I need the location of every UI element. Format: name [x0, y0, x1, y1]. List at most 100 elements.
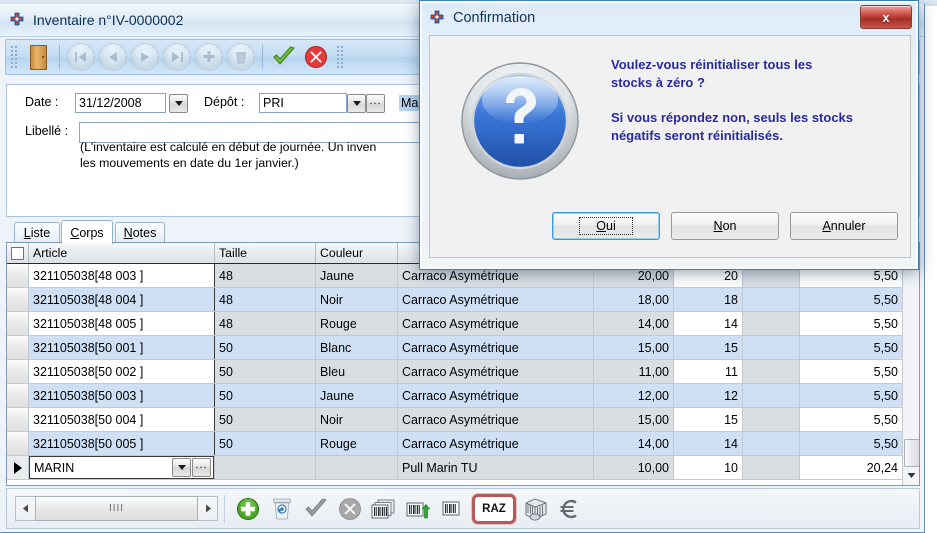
depot-dropdown-button[interactable] — [347, 94, 366, 113]
toolbar-grip-2[interactable] — [336, 45, 344, 69]
grid-cell-ecart[interactable] — [743, 408, 800, 431]
grid-cell-prix[interactable]: 5,50 — [800, 288, 903, 311]
euro-button[interactable] — [555, 494, 585, 524]
scroll-down-arrow-button[interactable] — [904, 467, 918, 483]
grid-cell-qte_reelle[interactable]: 14 — [674, 432, 743, 455]
row-select-button[interactable] — [7, 360, 28, 383]
dialog-cancel-button[interactable]: Annuler — [790, 212, 898, 240]
grid-cell-taille[interactable]: 50 — [215, 408, 316, 431]
grid-cell-article[interactable]: 321105038[50 002 ] — [29, 360, 215, 383]
vertical-scroll-thumb[interactable] — [904, 439, 920, 467]
table-row[interactable]: 321105038[50 004 ]50NoirCarraco Asymétri… — [7, 408, 919, 432]
add-line-button[interactable] — [233, 494, 263, 524]
cancel-button[interactable] — [301, 42, 331, 72]
grid-cell-article[interactable]: 321105038[48 004 ] — [29, 288, 215, 311]
grid-cell-article[interactable]: 321105038[50 004 ] — [29, 408, 215, 431]
last-record-button[interactable] — [162, 42, 192, 72]
grid-cell-qte_reelle[interactable]: 18 — [674, 288, 743, 311]
horizontal-scroll-thumb[interactable]: IIII — [35, 496, 198, 521]
grid-cell-prix[interactable]: 5,50 — [800, 408, 903, 431]
grid-cell-sel[interactable] — [7, 456, 29, 479]
grid-cell-taille[interactable]: 50 — [215, 432, 316, 455]
grid-cell-ecart[interactable] — [743, 312, 800, 335]
grid-cell-qte_theo[interactable]: 10,00 — [594, 456, 674, 479]
table-row[interactable]: 321105038[50 001 ]50BlancCarraco Asymétr… — [7, 336, 919, 360]
grid-cell-qte_theo[interactable]: 12,00 — [594, 384, 674, 407]
grid-cell-qte_reelle[interactable]: 15 — [674, 408, 743, 431]
scroll-left-arrow-button[interactable] — [16, 497, 34, 520]
grid-column-header-sel[interactable] — [7, 243, 29, 263]
dialog-no-button[interactable]: Non — [671, 212, 779, 240]
grid-cell-qte_theo[interactable]: 15,00 — [594, 336, 674, 359]
table-row[interactable]: MARIN...Pull Marin TU10,001020,24 — [7, 456, 919, 480]
grid-horizontal-scrollbar[interactable]: IIII — [15, 496, 218, 521]
depot-browse-button[interactable]: ... — [366, 94, 385, 113]
validate-line-button[interactable] — [301, 494, 331, 524]
grid-cell-designation[interactable]: Carraco Asymétrique — [398, 360, 594, 383]
grid-cell-couleur[interactable]: Noir — [316, 288, 398, 311]
grid-cell-article[interactable]: 321105038[50 001 ] — [29, 336, 215, 359]
article-dropdown-button[interactable] — [172, 458, 191, 477]
grid-cell-designation[interactable]: Pull Marin TU — [398, 456, 594, 479]
grid-cell-sel[interactable] — [7, 288, 29, 311]
grid-cell-taille[interactable]: 50 — [215, 384, 316, 407]
grid-cell-prix[interactable]: 5,50 — [800, 312, 903, 335]
grid-cell-couleur[interactable] — [316, 456, 398, 479]
grid-cell-couleur[interactable]: Bleu — [316, 360, 398, 383]
table-row[interactable]: 321105038[48 004 ]48NoirCarraco Asymétri… — [7, 288, 919, 312]
grid-column-header-taille[interactable]: Taille — [215, 243, 316, 263]
grid-cell-couleur[interactable]: Rouge — [316, 312, 398, 335]
validate-button[interactable] — [269, 42, 299, 72]
row-select-button[interactable] — [7, 264, 28, 287]
stock-cube-button[interactable] — [521, 494, 551, 524]
grid-cell-designation[interactable]: Carraco Asymétrique — [398, 312, 594, 335]
barcode-add-button[interactable] — [403, 494, 433, 524]
tab-notes[interactable]: Notes — [115, 222, 165, 242]
grid-cell-taille[interactable]: 50 — [215, 360, 316, 383]
grid-cell-sel[interactable] — [7, 384, 29, 407]
row-select-button[interactable] — [7, 288, 28, 311]
previous-record-button[interactable] — [98, 42, 128, 72]
delete-record-button[interactable] — [226, 42, 256, 72]
grid-cell-article[interactable]: 321105038[48 005 ] — [29, 312, 215, 335]
grid-cell-sel[interactable] — [7, 336, 29, 359]
grid-cell-article[interactable]: MARIN... — [29, 456, 215, 479]
row-select-button[interactable] — [7, 384, 28, 407]
grid-column-header-couleur[interactable]: Couleur — [316, 243, 398, 263]
barcode-single-button[interactable] — [437, 494, 467, 524]
table-row[interactable]: 321105038[50 005 ]50RougeCarraco Asymétr… — [7, 432, 919, 456]
exit-door-button[interactable] — [23, 42, 53, 72]
grid-cell-qte_reelle[interactable]: 14 — [674, 312, 743, 335]
grid-cell-prix[interactable]: 5,50 — [800, 432, 903, 455]
grid-cell-sel[interactable] — [7, 408, 29, 431]
tab-liste[interactable]: Liste — [14, 222, 60, 242]
grid-cell-designation[interactable]: Carraco Asymétrique — [398, 336, 594, 359]
grid-cell-sel[interactable] — [7, 432, 29, 455]
grid-cell-prix[interactable]: 5,50 — [800, 336, 903, 359]
grid-cell-taille[interactable]: 48 — [215, 288, 316, 311]
raz-button[interactable]: RAZ — [472, 494, 516, 524]
grid-cell-designation[interactable]: Carraco Asymétrique — [398, 408, 594, 431]
grid-cell-designation[interactable]: Carraco Asymétrique — [398, 384, 594, 407]
date-dropdown-button[interactable] — [169, 94, 188, 113]
grid-cell-ecart[interactable] — [743, 456, 800, 479]
grid-cell-qte_theo[interactable]: 14,00 — [594, 312, 674, 335]
grid-cell-couleur[interactable]: Jaune — [316, 264, 398, 287]
grid-cell-article[interactable]: 321105038[50 003 ] — [29, 384, 215, 407]
grid-column-header-article[interactable]: Article — [29, 243, 215, 263]
grid-cell-ecart[interactable] — [743, 432, 800, 455]
grid-cell-prix[interactable]: 5,50 — [800, 384, 903, 407]
grid-cell-ecart[interactable] — [743, 336, 800, 359]
date-input[interactable]: 31/12/2008 — [75, 93, 166, 113]
first-record-button[interactable] — [66, 42, 96, 72]
row-select-button[interactable] — [7, 312, 28, 335]
delete-line-button[interactable] — [267, 494, 297, 524]
grid-cell-couleur[interactable]: Noir — [316, 408, 398, 431]
grid-cell-qte_theo[interactable]: 14,00 — [594, 432, 674, 455]
dialog-yes-button[interactable]: Oui — [552, 212, 660, 240]
add-record-button[interactable] — [194, 42, 224, 72]
grid-cell-sel[interactable] — [7, 360, 29, 383]
toolbar-grip[interactable] — [10, 45, 18, 69]
grid-cell-ecart[interactable] — [743, 288, 800, 311]
row-select-button[interactable] — [7, 408, 28, 431]
